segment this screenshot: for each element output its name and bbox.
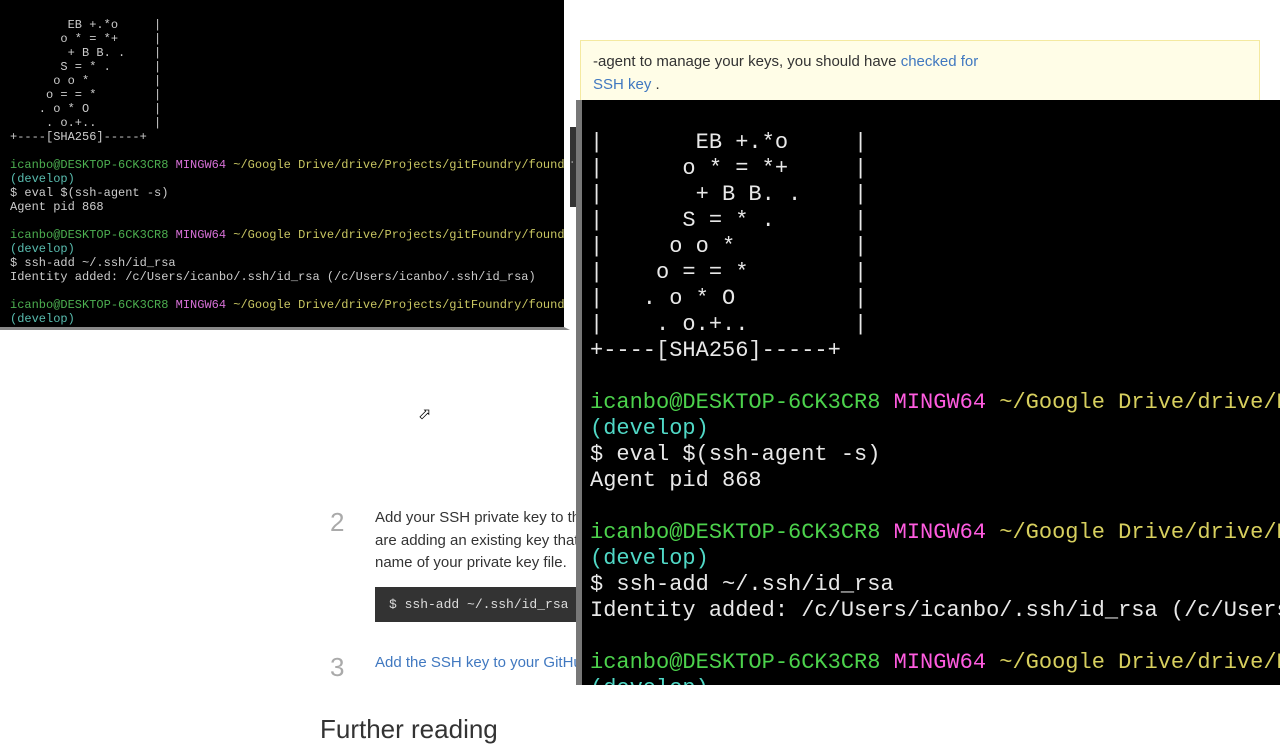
randomart-line: S = * . <box>603 208 854 233</box>
randomart-pipe: | <box>590 130 603 155</box>
prompt-path: ~/Google Drive/drive/Pro <box>999 520 1280 545</box>
randomart-line: . o * O | <box>10 102 161 116</box>
randomart-line: + B B. . <box>603 182 854 207</box>
terminal-small[interactable]: EB +.*o | o * = *+ | + B B. . | S = * . … <box>0 0 570 330</box>
prompt-sys: MINGW64 <box>176 298 226 312</box>
randomart-pipe: | <box>590 182 603 207</box>
prompt-sys: MINGW64 <box>894 390 986 415</box>
cmd-clip: $ clip <box>10 326 60 330</box>
randomart-line: EB +.*o | <box>10 18 161 32</box>
out-agent-pid: Agent pid 868 <box>590 468 762 493</box>
prompt-user: icanbo@DESKTOP-6CK3CR8 <box>590 520 880 545</box>
randomart-pipe: | <box>854 260 867 285</box>
prompt-branch: (develop) <box>590 546 709 571</box>
prompt-branch: (develop) <box>10 172 75 186</box>
cursor-icon <box>60 327 67 330</box>
randomart-line: + B B. . | <box>10 46 161 60</box>
randomart-line: EB +.*o <box>603 130 854 155</box>
randomart-end: +----[SHA256]-----+ <box>10 130 147 144</box>
prompt-user: icanbo@DESKTOP-6CK3CR8 <box>10 298 168 312</box>
randomart-pipe: | <box>590 234 603 259</box>
randomart-end: +----[SHA256]-----+ <box>590 338 841 363</box>
randomart-pipe: | <box>854 182 867 207</box>
prompt-branch: (develop) <box>590 416 709 441</box>
randomart-pipe: | <box>854 156 867 181</box>
out-identity: Identity added: /c/Users/icanbo/.ssh/id_… <box>590 598 1280 623</box>
randomart-line: S = * . | <box>10 60 161 74</box>
out-agent-pid: Agent pid 868 <box>10 200 104 214</box>
randomart-line: o = = * | <box>10 88 161 102</box>
prompt-sys: MINGW64 <box>176 158 226 172</box>
note-period: . <box>656 76 660 93</box>
randomart-pipe: | <box>590 156 603 181</box>
randomart-pipe: | <box>854 286 867 311</box>
cmd-eval: $ eval $(ssh-agent -s) <box>590 442 880 467</box>
randomart-line: . o.+.. | <box>10 116 161 130</box>
prompt-user: icanbo@DESKTOP-6CK3CR8 <box>590 390 880 415</box>
randomart-line: o * = *+ | <box>10 32 161 46</box>
note-text: -agent to manage your keys, you should h… <box>593 53 901 70</box>
prompt-path: ~/Google Drive/drive/Projects/gitFoundry… <box>233 158 570 172</box>
cmd-eval: $ eval $(ssh-agent -s) <box>10 186 168 200</box>
randomart-line: o o * | <box>10 74 161 88</box>
randomart-pipe: | <box>590 260 603 285</box>
note-link-checked[interactable]: checked for <box>901 53 979 70</box>
step-number: 2 <box>330 507 344 538</box>
randomart-pipe: | <box>854 208 867 233</box>
prompt-user: icanbo@DESKTOP-6CK3CR8 <box>590 650 880 675</box>
step-number: 3 <box>330 652 344 683</box>
prompt-path: ~/Google Drive/drive/Projects/gitFoundry… <box>233 228 570 242</box>
further-reading-heading: Further reading <box>320 714 1280 745</box>
terminal-large[interactable]: | EB +.*o | | o * = *+ | | + B B. . | | … <box>576 100 1280 685</box>
randomart-pipe: | <box>854 130 867 155</box>
randomart-line: o = = * <box>603 260 854 285</box>
out-identity: Identity added: /c/Users/icanbo/.ssh/id_… <box>10 270 536 284</box>
randomart-line: . o.+.. <box>603 312 854 337</box>
prompt-sys: MINGW64 <box>176 228 226 242</box>
prompt-user: icanbo@DESKTOP-6CK3CR8 <box>10 158 168 172</box>
prompt-user: icanbo@DESKTOP-6CK3CR8 <box>10 228 168 242</box>
randomart-line: o * = *+ <box>603 156 854 181</box>
prompt-sys: MINGW64 <box>894 650 986 675</box>
doc-tip-box: -agent to manage your keys, you should h… <box>580 40 1260 107</box>
note-link-sshkey[interactable]: SSH key <box>593 76 651 93</box>
randomart-pipe: | <box>590 208 603 233</box>
randomart-pipe: | <box>590 286 603 311</box>
cmd-sshadd: $ ssh-add ~/.ssh/id_rsa <box>590 572 894 597</box>
randomart-pipe: | <box>854 234 867 259</box>
prompt-path: ~/Google Drive/drive/Projects/gitFoundry… <box>233 298 570 312</box>
prompt-path: ~/Google Drive/drive/Pro <box>999 650 1280 675</box>
prompt-sys: MINGW64 <box>894 520 986 545</box>
randomart-pipe: | <box>854 312 867 337</box>
randomart-line: . o * O <box>603 286 854 311</box>
cmd-sshadd: $ ssh-add ~/.ssh/id_rsa <box>10 256 176 270</box>
randomart-line: o o * <box>603 234 854 259</box>
randomart-pipe: | <box>590 312 603 337</box>
prompt-branch: (develop) <box>10 312 75 326</box>
prompt-branch: (develop) <box>590 676 709 685</box>
prompt-path: ~/Google Drive/drive/Pro <box>999 390 1280 415</box>
prompt-branch: (develop) <box>10 242 75 256</box>
